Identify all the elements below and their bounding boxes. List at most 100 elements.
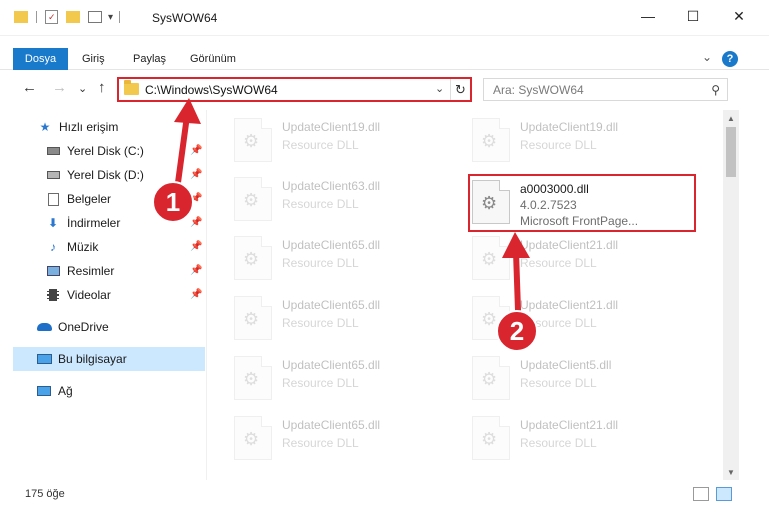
customize-icon[interactable] — [88, 11, 102, 23]
tab-home[interactable]: Giriş — [82, 53, 105, 65]
tab-file[interactable]: Dosya — [13, 48, 68, 70]
sidebar-item-label: Ağ — [58, 384, 73, 398]
sidebar-item-onedrive[interactable]: OneDrive — [36, 316, 109, 338]
dll-file-icon: ⚙ — [234, 356, 272, 400]
item-count: 175 öğe — [25, 488, 65, 500]
dll-file-icon: ⚙ — [234, 296, 272, 340]
dll-file-icon: ⚙ — [472, 118, 510, 162]
sidebar-item-label: Resimler — [67, 264, 115, 278]
sidebar-item-disk-c[interactable]: Yerel Disk (C:) — [45, 140, 144, 162]
network-icon — [36, 383, 52, 399]
dll-file-icon: ⚙ — [234, 118, 272, 162]
sidebar-item-quick-access[interactable]: ★ Hızlı erişim — [37, 116, 119, 138]
sidebar-item-pictures[interactable]: Resimler — [45, 260, 114, 282]
sidebar-item-label: Hızlı erişim — [59, 120, 119, 134]
drive-icon — [45, 167, 61, 183]
refresh-button[interactable]: ↻ — [450, 79, 470, 100]
videos-icon — [45, 287, 61, 303]
pin-icon[interactable]: 📌 — [190, 145, 202, 156]
scroll-up-icon[interactable]: ▲ — [723, 110, 739, 126]
file-description: Resource DLL — [520, 138, 597, 152]
sidebar-item-this-pc[interactable]: Bu bilgisayar — [36, 348, 127, 370]
sidebar-item-label: Müzik — [67, 240, 99, 254]
address-path[interactable]: C:\Windows\SysWOW64 — [145, 83, 278, 97]
file-description: Resource DLL — [282, 376, 359, 390]
pin-icon[interactable]: 📌 — [190, 217, 202, 228]
list-item[interactable]: ⚙ UpdateClient19.dll Resource DLL — [472, 116, 672, 166]
file-name: UpdateClient21.dll — [520, 298, 619, 312]
status-bar: 175 öğe — [0, 480, 769, 531]
list-item[interactable]: ⚙ UpdateClient65.dll Resource DLL — [234, 354, 434, 404]
sidebar-item-downloads[interactable]: ⬇ İndirmeler — [45, 212, 120, 234]
cloud-icon — [36, 319, 52, 335]
vertical-scrollbar[interactable]: ▲ ▼ — [723, 110, 739, 480]
file-description: Resource DLL — [282, 256, 359, 270]
file-name: a0003000.dll — [520, 182, 589, 196]
navigation-pane: ★ Hızlı erişim Yerel Disk (C:) 📌 Yerel D… — [0, 110, 207, 480]
dll-file-icon: ⚙ — [472, 416, 510, 460]
file-description: Resource DLL — [282, 316, 359, 330]
close-button[interactable]: ✕ — [716, 0, 762, 32]
address-dropdown-icon[interactable]: ⌄ — [435, 82, 444, 95]
ribbon-expand-icon[interactable]: ⌄ — [702, 50, 712, 64]
pin-icon[interactable]: 📌 — [190, 289, 202, 300]
list-item[interactable]: ⚙ UpdateClient65.dll Resource DLL — [234, 294, 434, 344]
sidebar-item-label: Bu bilgisayar — [58, 352, 127, 366]
file-description: Resource DLL — [282, 436, 359, 450]
sidebar-item-label: Videolar — [67, 288, 111, 302]
list-item[interactable]: ⚙ UpdateClient65.dll Resource DLL — [234, 234, 434, 284]
star-icon: ★ — [39, 120, 51, 134]
new-folder-icon[interactable] — [66, 11, 80, 23]
help-icon[interactable]: ? — [722, 51, 738, 67]
sidebar-item-music[interactable]: ♪ Müzik — [45, 236, 98, 258]
folder-icon — [14, 11, 28, 23]
file-description: Resource DLL — [520, 376, 597, 390]
dll-file-icon: ⚙ — [472, 236, 510, 280]
file-name: UpdateClient65.dll — [282, 418, 381, 432]
sidebar-item-disk-d[interactable]: Yerel Disk (D:) — [45, 164, 144, 186]
pin-icon[interactable]: 📌 — [190, 265, 202, 276]
back-button[interactable]: ← — [22, 79, 37, 96]
scroll-thumb[interactable] — [726, 127, 736, 177]
sidebar-item-videos[interactable]: Videolar — [45, 284, 111, 306]
list-item[interactable]: ⚙ UpdateClient65.dll Resource DLL — [234, 414, 434, 464]
scroll-down-icon[interactable]: ▼ — [723, 464, 739, 480]
recent-locations-button[interactable]: ⌄ — [78, 82, 87, 95]
properties-icon[interactable]: ✓ — [45, 10, 58, 24]
up-button[interactable]: ↑ — [98, 79, 106, 96]
details-view-icon[interactable] — [693, 487, 709, 501]
list-item[interactable]: ⚙ UpdateClient19.dll Resource DLL — [234, 116, 434, 166]
sidebar-item-label: OneDrive — [58, 320, 109, 334]
search-input[interactable]: Ara: SysWOW64 ⚲ — [483, 78, 728, 101]
large-icons-view-icon[interactable] — [716, 487, 732, 501]
list-item[interactable]: ⚙ UpdateClient5.dll Resource DLL — [472, 354, 672, 404]
pin-icon[interactable]: 📌 — [190, 241, 202, 252]
sidebar-item-label: İndirmeler — [67, 216, 121, 230]
file-name: UpdateClient65.dll — [282, 358, 381, 372]
tab-share[interactable]: Paylaş — [133, 53, 166, 65]
dll-file-icon: ⚙ — [234, 416, 272, 460]
sidebar-item-label: Belgeler — [67, 192, 112, 206]
separator — [36, 11, 37, 23]
tab-view[interactable]: Görünüm — [190, 53, 236, 65]
list-item[interactable]: ⚙ UpdateClient63.dll Resource DLL — [234, 175, 434, 225]
window-title: SysWOW64 — [152, 11, 218, 25]
file-version: 4.0.2.7523 — [520, 198, 577, 212]
address-bar[interactable]: C:\Windows\SysWOW64 ⌄ ↻ — [117, 77, 472, 102]
step-badge-1: 1 — [152, 181, 194, 223]
file-description: Resource DLL — [282, 138, 359, 152]
sidebar-item-network[interactable]: Ağ — [36, 380, 73, 402]
download-icon: ⬇ — [47, 216, 59, 230]
search-icon[interactable]: ⚲ — [711, 83, 720, 97]
sidebar-item-documents[interactable]: Belgeler — [45, 188, 111, 210]
list-item[interactable]: ⚙ UpdateClient21.dll Resource DLL — [472, 234, 672, 284]
pin-icon[interactable]: 📌 — [190, 169, 202, 180]
search-placeholder: Ara: SysWOW64 — [493, 83, 584, 97]
chevron-down-icon[interactable]: ▾ — [108, 12, 113, 23]
forward-button[interactable]: → — [52, 79, 67, 96]
minimize-button[interactable]: — — [625, 0, 671, 32]
list-item-a0003000[interactable]: ⚙ a0003000.dll 4.0.2.7523 Microsoft Fron… — [472, 178, 672, 228]
file-description: Resource DLL — [282, 197, 359, 211]
maximize-button[interactable]: ☐ — [670, 0, 716, 32]
list-item[interactable]: ⚙ UpdateClient21.dll Resource DLL — [472, 414, 672, 464]
